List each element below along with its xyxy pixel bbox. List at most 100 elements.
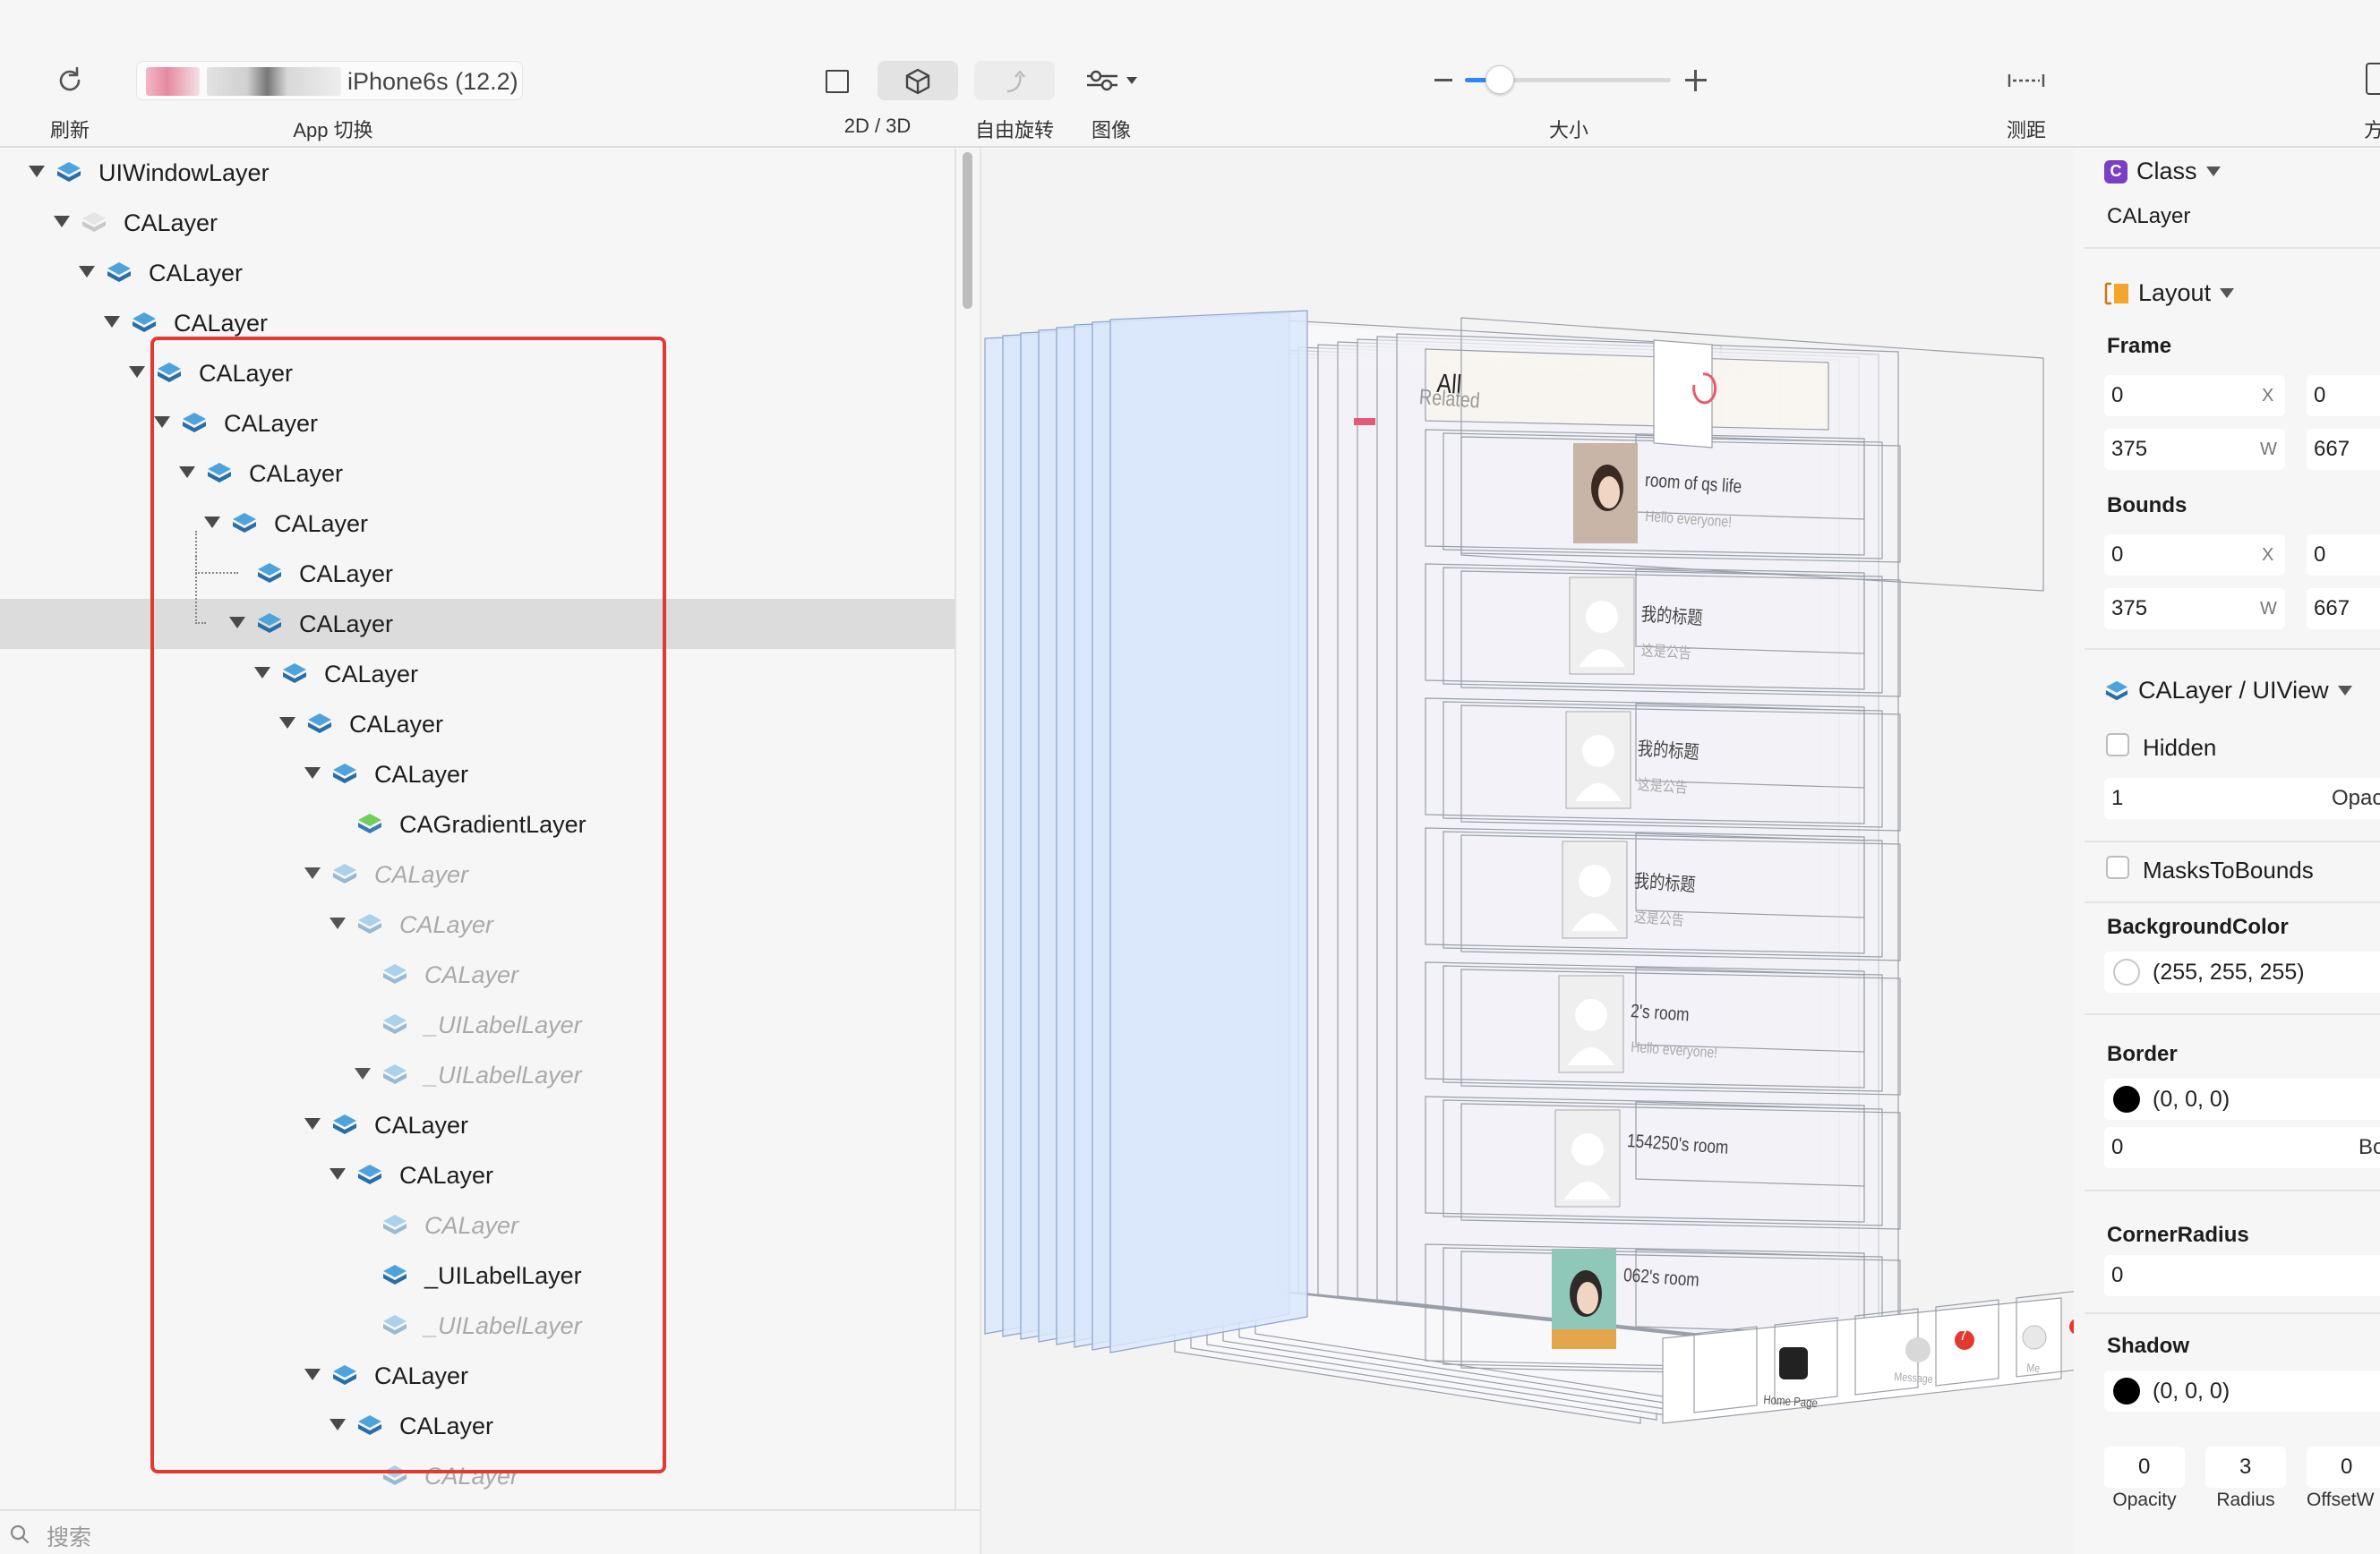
frame-w-field[interactable]: 375 W [2104,429,2285,470]
mode-3d-button[interactable] [878,61,958,100]
disclosure-triangle-icon[interactable] [29,166,45,177]
rotate-icon [1006,70,1025,93]
bounds-x-value: 0 [2111,542,2124,567]
shadow-radius-value: 3 [2239,1455,2252,1479]
lookin-window: 刷新 iPhone6s (12.2) App 切换 2D / 3D 自由旋转 图… [0,0,2380,1554]
room-thumbnail-image [1552,1249,1616,1349]
hidden-label: Hidden [2143,734,2217,761]
frame-y-field[interactable]: 0 [2307,375,2380,416]
class-value: CALayer [2107,204,2191,228]
disclosure-triangle-icon[interactable] [79,266,95,278]
calayer-section-header[interactable]: CALayer / UIView [2104,677,2352,704]
border-width-value: 0 [2111,1135,2124,1159]
shadow-color-field[interactable]: (0, 0, 0) [2104,1370,2380,1412]
tree-row[interactable]: CALayer [0,248,955,298]
corner-radius-label: CornerRadius [2107,1223,2249,1247]
image-options-button[interactable] [1079,61,1143,100]
app-switch-dropdown[interactable]: iPhone6s (12.2) [136,61,523,100]
shadow-radius-label: Radius [2216,1490,2275,1510]
red-indicator-dot [2069,1319,2074,1335]
mode-label: 2D / 3D [843,115,912,137]
search-input[interactable]: 搜索 [47,1520,91,1552]
layer-icon [57,162,81,182]
bounds-label: Bounds [2107,493,2187,517]
measure-icon [2008,74,2045,87]
background-color-label: BackgroundColor [2107,915,2289,939]
opacity-suffix: Opac [2332,786,2380,810]
bounds-h-field[interactable]: 667 [2307,588,2380,629]
disclosure-triangle-icon[interactable] [54,216,70,227]
bounds-x-field[interactable]: 0X [2104,534,2285,576]
size-slider[interactable] [1465,65,1671,94]
border-color-swatch[interactable] [2113,1086,2140,1113]
size-slider-knob[interactable] [1485,65,1515,94]
bounds-y-field[interactable]: 0 [2307,534,2380,576]
search-bar[interactable]: 搜索 [0,1509,980,1554]
3d-preview-canvas[interactable]: All Related room of qs life Hello everyone!… [980,149,2074,1554]
tree-row[interactable]: UIWindowLayer [0,149,955,198]
border-color-field[interactable]: (0, 0, 0) [2104,1079,2380,1120]
app-icon-blurred [146,67,200,96]
shadow-opacity-field[interactable]: 0 [2104,1447,2185,1488]
divider [2085,648,2380,650]
frame-x-suffix: X [2262,386,2274,406]
room-thumbnail-image [1573,443,1638,543]
avatar-placeholder-icon [1569,576,1635,675]
toolbar: 刷新 iPhone6s (12.2) App 切换 2D / 3D 自由旋转 图… [0,0,2380,148]
layer-icon [107,262,131,282]
zoom-out-icon[interactable] [1434,79,1452,81]
calayer-header-label: CALayer / UIView [2138,677,2329,704]
border-label: Border [2107,1042,2178,1066]
room-subtitle: 这是公告 [1640,641,1692,662]
opacity-field[interactable]: 1 Opac [2104,778,2380,819]
app-switch-label: App 切换 [293,119,373,141]
shadow-color-swatch[interactable] [2113,1378,2140,1405]
shadow-offset-field[interactable]: 0 [2307,1447,2380,1488]
cube-3d-icon [905,68,930,95]
masks-to-bounds-checkbox[interactable] [2106,856,2129,879]
divider [2085,247,2380,249]
refresh-icon [59,66,81,91]
border-color-value: (0, 0, 0) [2153,1087,2230,1112]
layer-icon [2105,680,2128,700]
background-color-swatch[interactable] [2113,959,2140,986]
tree-divider [955,149,956,1509]
background-color-field[interactable]: (255, 255, 255) [2104,952,2380,993]
image-label: 图像 [1091,119,1132,141]
class-section-header[interactable]: C Class [2104,158,2221,185]
hidden-checkbox[interactable] [2106,733,2129,756]
mode-2d-button[interactable] [810,61,864,100]
divider [2085,901,2380,903]
shadow-radius-field[interactable]: 3 [2205,1447,2286,1488]
tree-scrollbar[interactable] [963,152,972,309]
divider [2085,1312,2380,1314]
home-tab-icon [1779,1347,1808,1379]
disclosure-triangle-icon[interactable] [129,366,145,378]
frame-x-field[interactable]: 0X [2104,375,2285,416]
shadow-opacity-value: 0 [2138,1455,2151,1479]
method-icon[interactable] [2366,63,2380,95]
chevron-down-icon [2337,686,2352,696]
free-rotate-button[interactable] [974,61,1055,100]
me-tab-icon [2022,1325,2047,1350]
disclosure-triangle-icon[interactable] [104,316,120,328]
frame-h-field[interactable]: 667 [2307,429,2380,470]
layout-section-header[interactable]: Layout [2104,279,2235,307]
border-width-field[interactable]: 0 Bo [2104,1127,2380,1168]
shadow-opacity-label: Opacity [2112,1490,2177,1510]
avatar-placeholder-icon [1558,975,1624,1073]
tree-row[interactable]: CALayer [0,198,955,248]
tab-indicator [1354,418,1375,425]
corner-radius-field[interactable]: 0 [2104,1255,2380,1296]
tab-related-label: Related [1418,385,1481,414]
measure-button[interactable] [2006,61,2047,100]
bounds-w-field[interactable]: 375 W [2104,588,2285,629]
corner-radius-value: 0 [2111,1263,2124,1287]
refresh-button[interactable] [52,61,88,100]
zoom-in-icon[interactable] [1685,70,1707,91]
method-label: 方法 [2364,119,2380,141]
spinner-plane [1653,339,1713,448]
background-color-value: (255, 255, 255) [2153,960,2305,985]
measure-label: 测距 [2006,119,2047,141]
message-tab-icon [1905,1337,1931,1362]
